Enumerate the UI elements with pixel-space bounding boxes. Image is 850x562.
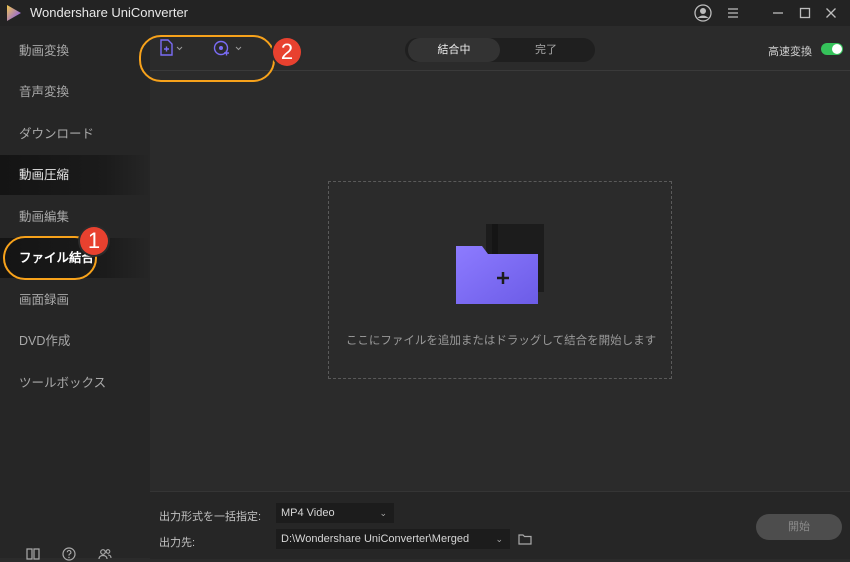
minimize-icon[interactable] [769, 4, 787, 22]
title-bar: Wondershare UniConverter [0, 0, 850, 26]
tab-switcher: 結合中 完了 [405, 38, 595, 62]
close-icon[interactable] [822, 4, 840, 22]
callout-badge-2: 2 [273, 38, 301, 66]
chevron-down-icon: ⌄ [495, 534, 503, 544]
callout-badge-1: 1 [80, 227, 108, 255]
sidebar-item-video-convert[interactable]: 動画変換 [0, 31, 150, 71]
chevron-down-icon: ⌄ [379, 508, 387, 518]
sidebar-item-video-edit[interactable]: 動画編集 [0, 197, 150, 237]
maximize-icon[interactable] [796, 4, 814, 22]
output-format-label: 出力形式を一括指定: [159, 511, 262, 523]
speed-convert-label: 高速変換 [768, 46, 812, 58]
app-logo-icon [7, 5, 21, 21]
sidebar-item-download[interactable]: ダウンロード [0, 114, 150, 154]
user-circle-icon[interactable] [694, 4, 712, 22]
output-format-select[interactable]: MP4 Video ⌄ [276, 503, 394, 523]
start-button[interactable]: 開始 [756, 514, 842, 540]
bottom-bar: 出力形式を一括指定: MP4 Video ⌄ 出力先: D:\Wondersha… [150, 491, 850, 559]
drop-zone[interactable]: ここにファイルを追加またはドラッグして結合を開始します [328, 181, 672, 379]
sidebar-item-audio-convert[interactable]: 音声変換 [0, 72, 150, 112]
add-folder-icon [456, 224, 544, 304]
output-path-label: 出力先: [159, 537, 196, 549]
menu-icon[interactable] [724, 4, 742, 22]
folder-icon[interactable] [518, 533, 532, 545]
callout-ring-add [139, 35, 275, 82]
sidebar-item-dvd[interactable]: DVD作成 [0, 321, 150, 361]
output-path-select[interactable]: D:\Wondershare UniConverter\Merged ⌄ [276, 529, 510, 549]
drop-zone-text: ここにファイルを追加またはドラッグして結合を開始します [345, 335, 657, 347]
sidebar-item-toolbox[interactable]: ツールボックス [0, 363, 150, 403]
book-icon[interactable] [25, 546, 41, 562]
speed-convert-toggle[interactable] [821, 43, 843, 55]
help-icon[interactable] [61, 546, 77, 562]
tab-completed[interactable]: 完了 [500, 38, 592, 62]
sidebar: 動画変換 音声変換 ダウンロード 動画圧縮 動画編集 ファイル結合 画面録画 D… [0, 26, 150, 561]
users-icon[interactable] [97, 546, 113, 562]
sidebar-item-video-compress[interactable]: 動画圧縮 [0, 155, 150, 195]
sidebar-item-screen-record[interactable]: 画面録画 [0, 280, 150, 320]
tab-merging[interactable]: 結合中 [408, 38, 500, 62]
app-title: Wondershare UniConverter [30, 5, 188, 20]
